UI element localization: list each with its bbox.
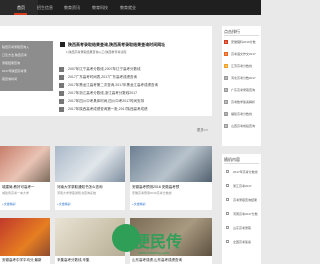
list-marker-icon [226, 184, 229, 187]
card-sub: 河南大学录取通知书查询系统 [57, 191, 97, 195]
thumb-line: 取查询时间 [2, 77, 18, 81]
random-item[interactable]: 高考录取查询结果 [226, 198, 261, 206]
list-item[interactable]: 2017年浙江高考分数线,浙江高考分数线2017 [59, 90, 209, 98]
card-sub: 城建局高考一本大学 [2, 191, 30, 195]
random-item[interactable]: 2017年高考分数线 [226, 170, 261, 178]
card-tag: +文章精彩 [132, 202, 146, 206]
watermark-url: www.bmzmg.com [138, 250, 170, 255]
rank-box: 点击排行 1 安徽理科2016分数 2 高考语文作文2017 3 江苏高考分数线 4河… [222, 26, 261, 146]
nav-edu-tech[interactable]: 教育科技 [92, 5, 108, 11]
thumb-line: 口及方法,陕西高考 [2, 53, 27, 57]
nav-active-indicator [14, 13, 27, 15]
card-title: 城建局,教好可高考一 [2, 185, 35, 189]
rank-number: 1 [224, 40, 228, 44]
list-marker-icon [226, 170, 229, 173]
bullet-icon [59, 91, 64, 96]
bullet-icon [59, 107, 64, 112]
card[interactable]: 安徽高考预测2016 安徽高考预 安徽高考预测2016高考分数线 +文章精彩 [130, 146, 212, 210]
list-item[interactable]: 2017年四川中考具体时间,四川中考2017时间安排 [59, 98, 209, 106]
list-marker-icon [226, 212, 229, 215]
nav-edu-news[interactable]: 教育资讯 [64, 5, 80, 11]
list-marker-icon [226, 240, 229, 243]
card-image [0, 146, 50, 182]
thumb-line: 录取结果查询 [2, 61, 21, 65]
card[interactable]: 城建局,教好可高考一 城建局高考一本大学 +文章精彩 [0, 146, 50, 210]
random-box: 随机内容 2017年高考分数线 浙江高考2017 高考录取查询结果 河南高考20… [222, 154, 261, 264]
random-item[interactable]: 山东高考录取 [226, 226, 261, 234]
rank-number: 8 [224, 124, 228, 128]
card-tag: +文章精彩 [2, 202, 16, 206]
random-item[interactable]: 浙江高考2017 [226, 184, 261, 192]
featured-thumbnail[interactable]: 陕西高考录取查询入 口及方法,陕西高考 录取结果查询 2017年陕西高考录 取查… [0, 41, 53, 91]
bullet-icon [59, 67, 64, 72]
watermark-logo: 便民传 www.bmzmg.com [112, 222, 182, 258]
featured-subline: 1.陕西高考录取结果查询入口:陕西教育考试院 [66, 50, 127, 54]
rank-item[interactable]: 8 山西高考成绩查询 [224, 124, 261, 130]
sidebar: 点击排行 1 安徽理科2016分数 2 高考语文作文2017 3 江苏高考分数线 4河… [222, 26, 261, 264]
rank-number: 6 [224, 100, 228, 104]
card-tag: +文章精彩 [57, 202, 71, 206]
rank-number: 5 [224, 88, 228, 92]
bullet-icon [59, 75, 64, 80]
divider [224, 35, 259, 36]
bullet-icon [59, 83, 64, 88]
random-item[interactable]: 河南高考2017分数 [226, 212, 261, 220]
featured-headline-text: 陕西高考录取结果查询,陕西高考录取结果查询时间网址 [68, 42, 166, 47]
card-sub: 安徽高考预测2016高考分数线 [132, 191, 172, 195]
rank-item[interactable]: 6 高考数学答案解析 [224, 100, 261, 106]
rank-number: 2 [224, 52, 228, 56]
rank-item[interactable]: 2 高考语文作文2017 [224, 52, 261, 58]
rank-number: 7 [224, 112, 228, 116]
random-item[interactable]: 全国高考答案 [226, 240, 261, 248]
nav-home[interactable]: 首页 [17, 5, 25, 11]
list-item[interactable]: 2017年黑龙江高考第二次查询,2017年黑龙江高考成绩查询 [59, 82, 209, 90]
card-title: 辛集高考分数线,辛集 [57, 258, 90, 262]
list-item[interactable]: 2007年辽宁高考分数线,2007年辽宁高考分数线 [59, 66, 209, 74]
rank-item[interactable]: 3 江苏高考分数线 [224, 64, 261, 70]
thumb-line: 陕西高考录取查询入 [2, 45, 30, 49]
thumb-line: 2017年陕西高考录 [2, 69, 27, 73]
featured-headline[interactable]: 陕西高考录取结果查询,陕西高考录取结果查询时间网址 [60, 42, 165, 48]
card-image [0, 218, 50, 256]
card-title: 安徽高考中学平均分,最新 [2, 258, 42, 262]
rank-item[interactable]: 5 广东高考录取查询 [224, 88, 261, 94]
more-row: 更多>> [0, 128, 212, 134]
card[interactable]: 河南大学录取通知书怎么查询 河南大学录取通知书查询系统 +文章精彩 [55, 146, 125, 210]
more-link[interactable]: 更多>> [197, 128, 208, 133]
rank-item[interactable]: 7 福建高考分数线 [224, 112, 261, 118]
list-item[interactable]: 2017广东高考时间表,2017广东高考成绩查询 [59, 74, 209, 82]
nav-admissions[interactable]: 招生信息 [37, 5, 53, 11]
card-title: 安徽高考预测2016 安徽高考预 [132, 185, 180, 189]
list-marker-icon [226, 198, 229, 201]
card-image [55, 146, 125, 182]
card[interactable]: 安徽高考中学平均分,最新 [0, 218, 50, 264]
divider [224, 163, 259, 164]
card-title: 山东高考成绩,山东高考成绩查询 [132, 258, 182, 262]
watermark-text: 便民传 [134, 234, 183, 251]
featured-box: 陕西高考录取查询入 口及方法,陕西高考 录取结果查询 2017年陕西高考录 取查… [0, 26, 212, 116]
rank-number: 4 [224, 76, 228, 80]
card-image [130, 146, 212, 182]
list-item[interactable]: 2017年陕西高考成绩查询第一批,2017陕西高考成绩 [59, 106, 209, 114]
top-navbar: 首页 招生信息 教育资讯 教育科技 教育就业 [0, 0, 261, 15]
headline-square-icon [60, 42, 65, 47]
bullet-icon [59, 99, 64, 104]
nav-edu-jobs[interactable]: 教育就业 [120, 5, 136, 11]
rank-number: 3 [224, 64, 228, 68]
list-marker-icon [226, 226, 229, 229]
card-title: 河南大学录取通知书怎么查询 [57, 185, 103, 189]
rank-item[interactable]: 1 安徽理科2016分数 [224, 40, 261, 46]
news-list: 2007年辽宁高考分数线,2007年辽宁高考分数线 2017广东高考时间表,20… [59, 66, 209, 114]
rank-item[interactable]: 4 河北高考分数2017 [224, 76, 261, 82]
